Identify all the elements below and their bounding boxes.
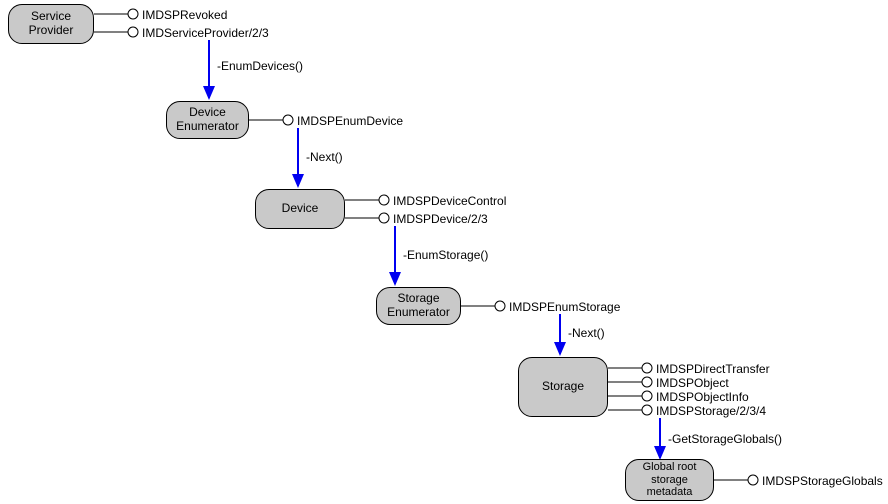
iface-label-object-info: IMDSPObjectInfo: [656, 390, 749, 404]
iface-label-enum-storage: IMDSPEnumStorage: [509, 300, 620, 314]
node-service-provider: ServiceProvider: [8, 4, 94, 44]
node-label: DeviceEnumerator: [176, 106, 239, 134]
lollipop-object: [608, 377, 652, 387]
lollipop-storage-globals: [714, 475, 758, 485]
iface-label-revoked: IMDSPRevoked: [142, 8, 227, 22]
lollipop-device-iface: [345, 213, 389, 223]
node-label: StorageEnumerator: [387, 292, 450, 320]
node-label: Global rootstoragemetadata: [643, 461, 697, 499]
call-label-get-storage-globals: -GetStorageGlobals(): [668, 432, 782, 446]
iface-label-object: IMDSPObject: [656, 376, 729, 390]
call-label-enum-devices: -EnumDevices(): [217, 59, 303, 73]
node-device: Device: [255, 189, 345, 229]
node-storage-enumerator: StorageEnumerator: [376, 287, 461, 325]
node-storage: Storage: [518, 357, 608, 417]
lollipop-enum-storage: [461, 301, 505, 311]
lollipop-sp-revoked: [94, 9, 138, 19]
call-label-next1: -Next(): [306, 150, 343, 164]
iface-label-device-control: IMDSPDeviceControl: [393, 194, 506, 208]
node-label: ServiceProvider: [29, 10, 74, 38]
node-device-enumerator: DeviceEnumerator: [166, 101, 249, 139]
lollipop-object-info: [608, 391, 652, 401]
iface-label-storage: IMDSPStorage/2/3/4: [656, 404, 766, 418]
lollipop-device-control: [345, 195, 389, 205]
iface-label-device: IMDSPDevice/2/3: [393, 212, 488, 226]
call-label-next2: -Next(): [568, 326, 605, 340]
lollipop-enum-device: [249, 115, 293, 125]
node-label: Device: [282, 202, 319, 216]
iface-label-storage-globals: IMDSPStorageGlobals: [762, 474, 883, 488]
lollipop-storage-iface: [608, 405, 652, 415]
iface-label-direct-transfer: IMDSPDirectTransfer: [656, 362, 770, 376]
lollipop-sp-provider: [94, 27, 138, 37]
call-label-enum-storage: -EnumStorage(): [403, 248, 488, 262]
node-label: Storage: [542, 380, 584, 394]
node-global-root: Global rootstoragemetadata: [625, 459, 714, 501]
iface-label-enum-device: IMDSPEnumDevice: [297, 114, 403, 128]
iface-label-service-provider: IMDServiceProvider/2/3: [142, 26, 269, 40]
lollipop-direct-transfer: [608, 363, 652, 373]
